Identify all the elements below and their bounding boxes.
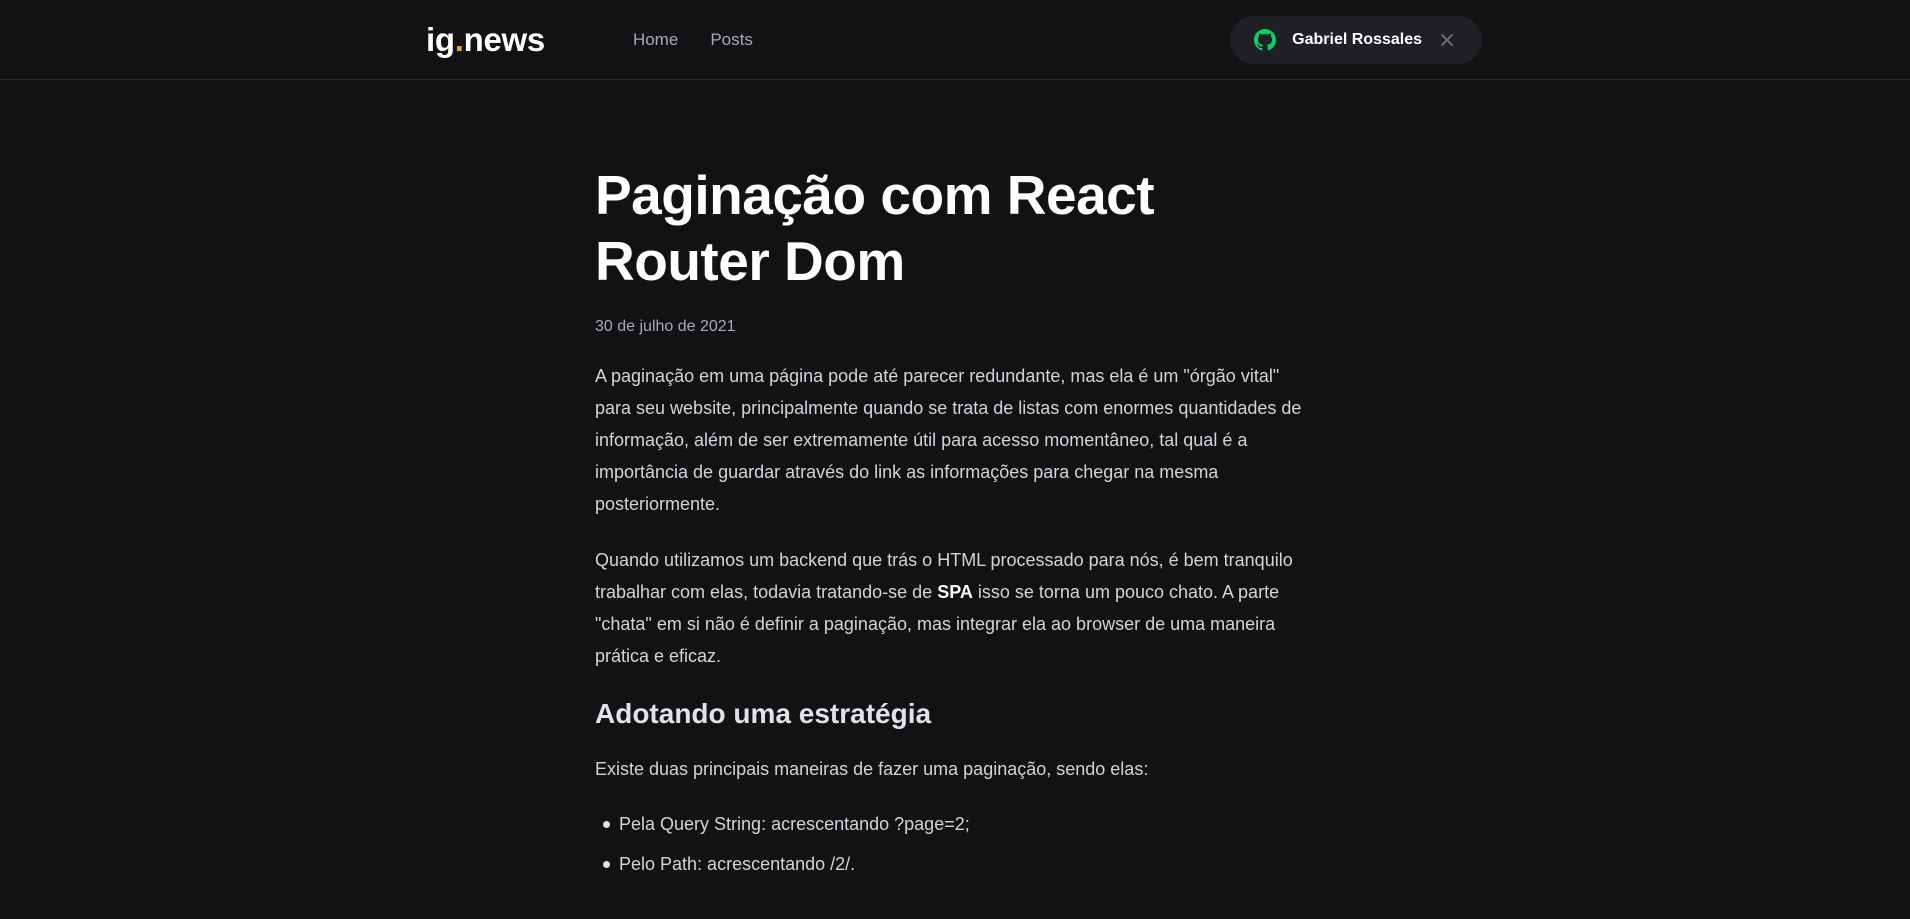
header-content: ig.news Home Posts Gabriel Rossales [426, 0, 1482, 80]
top-header: ig.news Home Posts Gabriel Rossales [0, 0, 1910, 80]
post-article: Paginação com React Router Dom 30 de jul… [595, 80, 1315, 888]
logo[interactable]: ig.news [426, 21, 545, 59]
paragraph: A paginação em uma página pode até parec… [595, 366, 1302, 514]
close-icon[interactable] [1440, 33, 1454, 47]
bold-text: SPA [937, 582, 973, 602]
post-title: Paginação com React Router Dom [595, 164, 1155, 292]
paragraph: Existe duas principais maneiras de fazer… [595, 759, 1149, 779]
list-item: Pela Query String: acrescentando ?page=2… [595, 808, 1315, 840]
main-nav: Home Posts [633, 0, 769, 80]
logo-dot: . [454, 21, 464, 58]
paragraph: Quando utilizamos um backend que trás o … [595, 544, 1315, 672]
signed-in-user-button[interactable]: Gabriel Rossales [1230, 16, 1482, 64]
github-icon [1254, 29, 1277, 51]
list-item: Pelo Path: acrescentando /2/. [595, 848, 1315, 880]
nav-link-home[interactable]: Home [633, 0, 694, 80]
post-date: 30 de julho de 2021 [595, 318, 736, 335]
user-name: Gabriel Rossales [1292, 31, 1422, 48]
post-content: A paginação em uma página pode até parec… [595, 360, 1315, 880]
nav-link-posts[interactable]: Posts [694, 0, 769, 80]
bullet-list: Pela Query String: acrescentando ?page=2… [595, 808, 1315, 880]
section-heading: Adotando uma estratégia [595, 698, 932, 729]
logo-rest-text: news [463, 21, 546, 58]
logo-main-text: ig [426, 21, 455, 58]
